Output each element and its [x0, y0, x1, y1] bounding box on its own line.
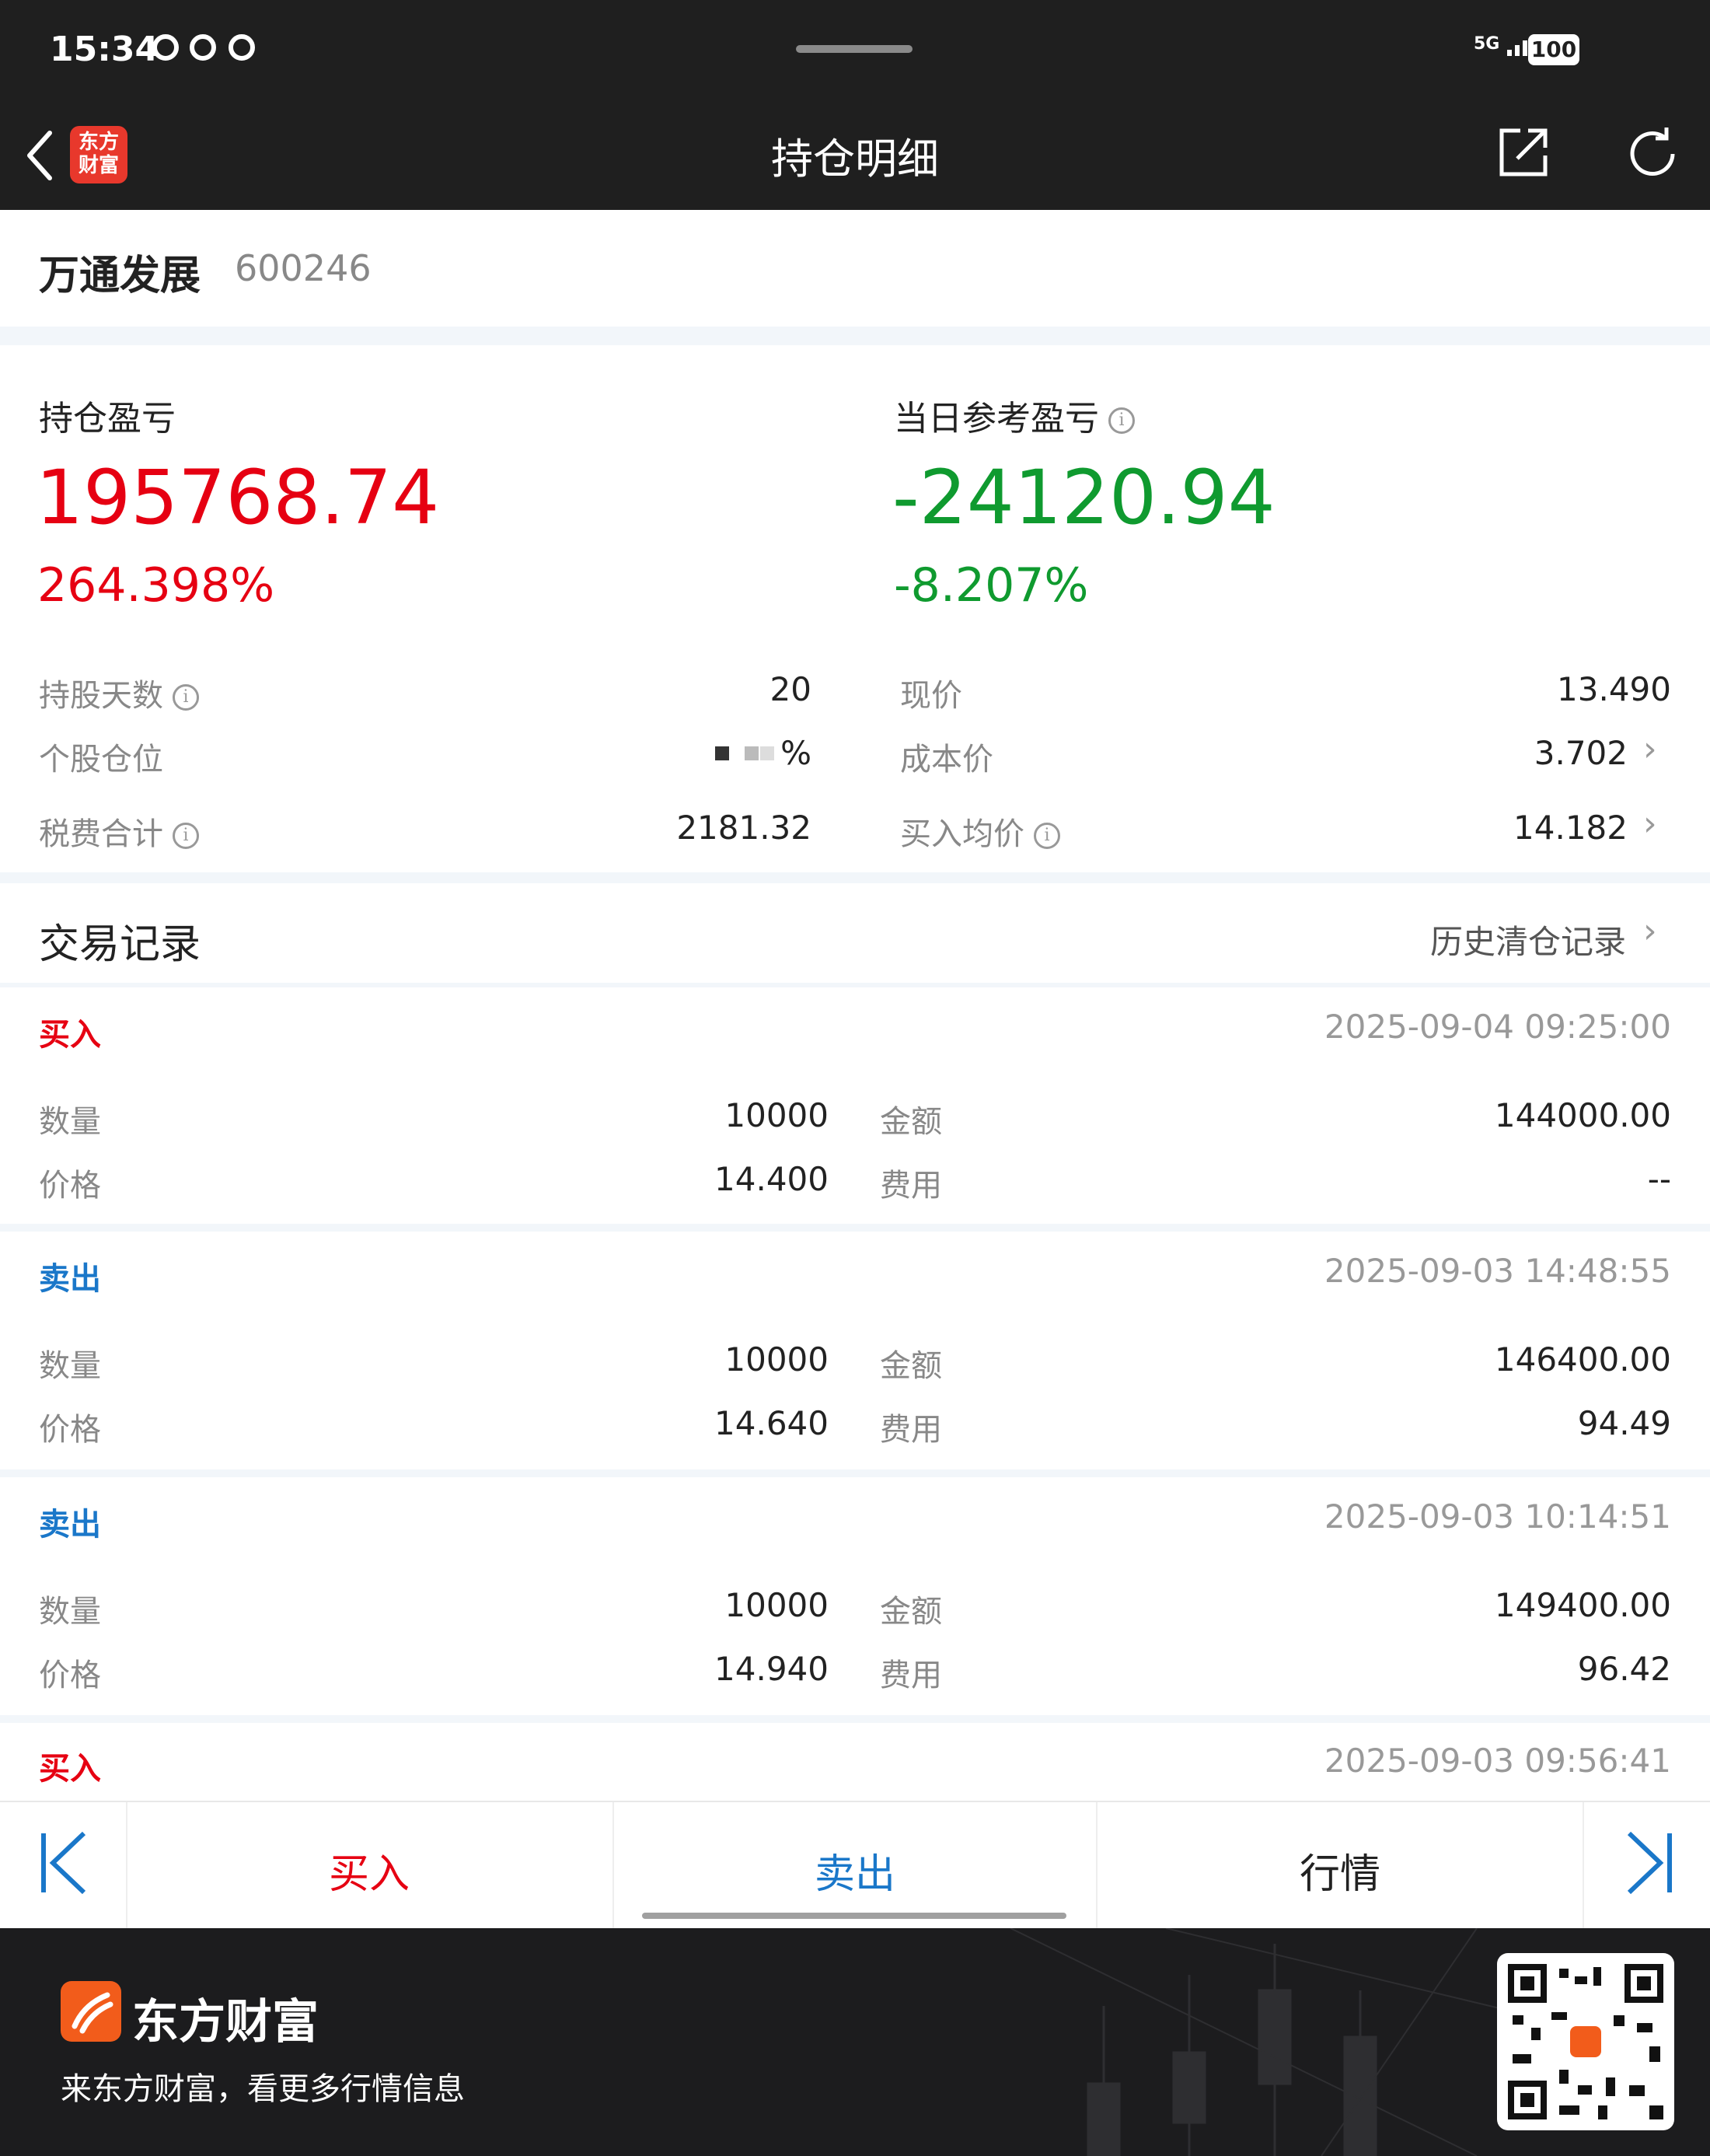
record-type: 买入 [39, 1017, 101, 1053]
qty-value: 10000 [724, 1340, 829, 1379]
notification-icon [229, 34, 255, 61]
info-icon[interactable]: i [173, 684, 199, 711]
tab-sell[interactable]: 卖出 [614, 1841, 1096, 1899]
avg-buy-price-label: 买入均价 i [900, 809, 1060, 854]
stock-code: 600246 [235, 247, 372, 289]
amount-value: 149400.00 [1494, 1586, 1671, 1624]
record-time: 2025-09-03 14:48:55 [1324, 1252, 1671, 1290]
fee-label: 费用 [880, 1168, 942, 1204]
divider [0, 983, 1710, 987]
refresh-icon[interactable] [1624, 126, 1680, 182]
tab-market[interactable]: 行情 [1098, 1841, 1583, 1899]
notification-icon [152, 34, 179, 61]
price-label: 价格 [39, 1412, 101, 1448]
price-value: 14.400 [714, 1160, 829, 1198]
divider [1583, 1802, 1584, 1928]
masked-value [745, 746, 759, 760]
price-value: 14.640 [714, 1404, 829, 1442]
tax-fee-label: 税费合计 i [39, 809, 199, 854]
price-label: 价格 [39, 1658, 101, 1693]
amount-label: 金额 [880, 1348, 942, 1384]
price-value: 14.940 [714, 1650, 829, 1688]
qty-label: 数量 [39, 1594, 101, 1630]
hold-days-label-text: 持股天数 [39, 678, 163, 714]
divider [0, 872, 1710, 883]
drag-handle [796, 45, 913, 53]
tab-buy[interactable]: 买入 [126, 1841, 612, 1899]
chevron-right-icon[interactable]: › [1643, 804, 1657, 844]
record-type: 卖出 [39, 1507, 101, 1543]
qr-code [1497, 1953, 1674, 2130]
notification-icon [190, 34, 216, 61]
position-ratio-label: 个股仓位 [39, 742, 163, 777]
battery-icon: 100 [1528, 34, 1579, 65]
stock-name: 万通发展 [39, 253, 201, 299]
daily-pl-label-text: 当日参考盈亏 [894, 399, 1099, 439]
tax-fee-label-text: 税费合计 [39, 816, 163, 852]
qty-value: 10000 [724, 1096, 829, 1134]
fee-value: -- [1647, 1160, 1671, 1198]
current-price-value: 13.490 [1557, 670, 1671, 708]
chevron-right-icon[interactable]: › [1643, 729, 1657, 769]
qty-label: 数量 [39, 1104, 101, 1140]
info-icon[interactable]: i [173, 823, 199, 849]
fee-value: 96.42 [1577, 1650, 1671, 1688]
qty-value: 10000 [724, 1586, 829, 1624]
network-type: 5G [1474, 34, 1500, 54]
page-title: 持仓明细 [771, 135, 939, 183]
holding-pl-label: 持仓盈亏 [39, 399, 176, 439]
divider [0, 1224, 1710, 1232]
daily-pl-label: 当日参考盈亏 i [894, 390, 1135, 440]
hold-days-label: 持股天数 i [39, 670, 199, 715]
divider [0, 1715, 1710, 1723]
info-icon[interactable]: i [1034, 823, 1060, 849]
info-icon[interactable]: i [1108, 407, 1135, 434]
price-label: 价格 [39, 1168, 101, 1204]
divider [0, 1469, 1710, 1477]
cost-price-value[interactable]: 3.702 [1360, 734, 1628, 772]
chevron-right-icon[interactable]: › [1643, 911, 1657, 951]
fee-label: 费用 [880, 1658, 942, 1693]
daily-pl-value: -24120.94 [892, 454, 1276, 541]
amount-value: 144000.00 [1494, 1096, 1671, 1134]
position-ratio-unit: % [780, 734, 811, 772]
skip-first-icon[interactable] [39, 1830, 89, 1896]
brand-logo-icon [61, 1981, 121, 2042]
record-type: 卖出 [39, 1261, 101, 1297]
record-time: 2025-09-03 09:56:41 [1324, 1742, 1671, 1780]
home-indicator [642, 1913, 1066, 1919]
section-title: 交易记录 [39, 921, 201, 968]
skip-last-icon[interactable] [1624, 1830, 1674, 1896]
record-time: 2025-09-03 10:14:51 [1324, 1497, 1671, 1536]
history-link[interactable]: 历史清仓记录 [1430, 916, 1626, 963]
avg-buy-price-value[interactable]: 14.182 [1360, 809, 1628, 847]
amount-value: 146400.00 [1494, 1340, 1671, 1379]
hold-days-value: 20 [770, 670, 811, 708]
footer-brand: 东方财富 [132, 1995, 319, 2049]
holding-pl-pct: 264.398% [37, 558, 275, 613]
masked-value [715, 746, 729, 760]
cost-price-label: 成本价 [900, 742, 993, 777]
record-type: 买入 [39, 1751, 101, 1787]
status-time: 15:34 [50, 30, 159, 69]
daily-pl-pct: -8.207% [894, 558, 1089, 613]
record-time: 2025-09-04 09:25:00 [1324, 1008, 1671, 1046]
fee-label: 费用 [880, 1412, 942, 1448]
amount-label: 金额 [880, 1594, 942, 1630]
share-icon[interactable] [1497, 124, 1551, 179]
tax-fee-value: 2181.32 [676, 809, 811, 847]
current-price-label: 现价 [900, 678, 962, 714]
qty-label: 数量 [39, 1348, 101, 1384]
amount-label: 金额 [880, 1104, 942, 1140]
avg-buy-price-label-text: 买入均价 [900, 816, 1024, 852]
divider [0, 327, 1710, 345]
fee-value: 94.49 [1577, 1404, 1671, 1442]
footer-slogan: 来东方财富，看更多行情信息 [61, 2071, 465, 2107]
holding-pl-value: 195768.74 [36, 454, 440, 541]
